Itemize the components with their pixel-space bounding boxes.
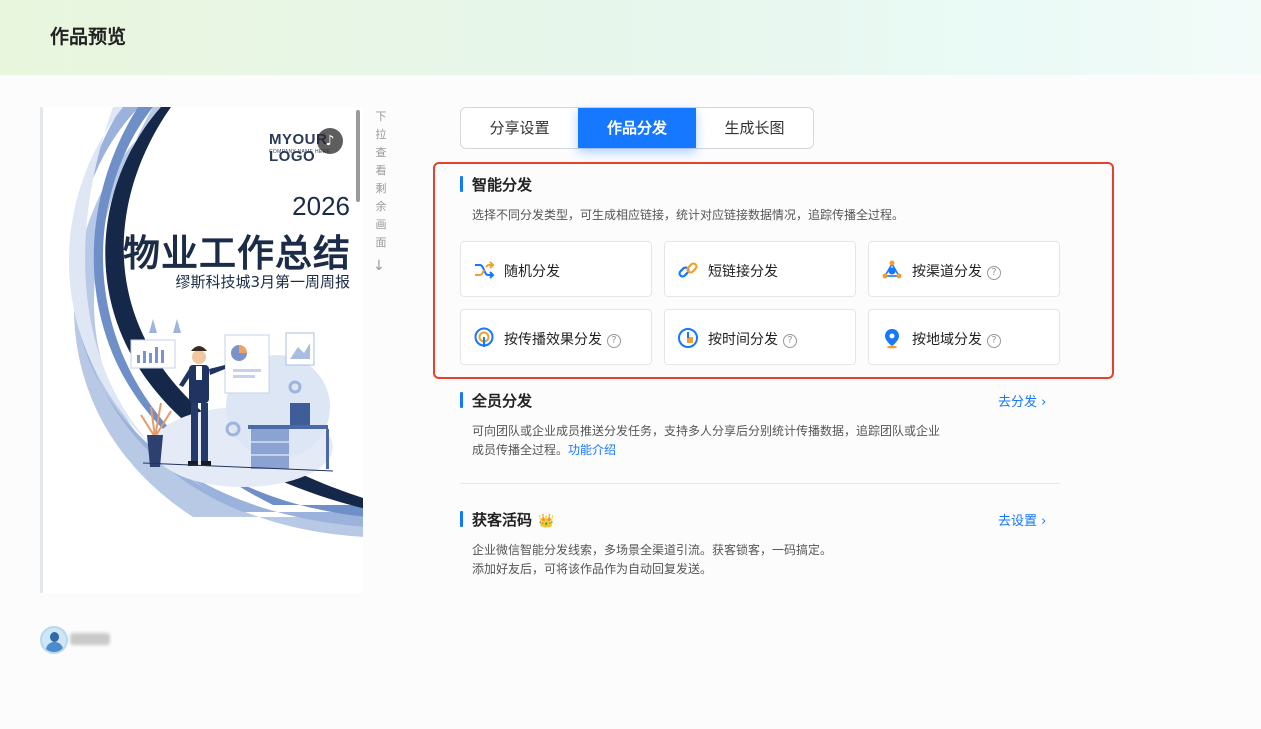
- smart-distribution-desc: 选择不同分发类型，可生成相应链接，统计对应链接数据情况，追踪传播全过程。: [472, 208, 905, 222]
- shuffle-icon: [475, 261, 495, 279]
- help-question-icon[interactable]: ?: [783, 334, 797, 348]
- section-divider: [460, 483, 1060, 484]
- help-question-icon[interactable]: ?: [987, 266, 1001, 280]
- short-link-distribution-card[interactable]: 短链接分发: [664, 241, 856, 297]
- avatar: [40, 626, 68, 654]
- tab-work-distribution[interactable]: 作品分发: [578, 108, 696, 148]
- section-marker: [460, 511, 463, 527]
- go-distribute-link[interactable]: 去分发 ›: [998, 391, 1046, 410]
- settings-tabs: 分享设置 作品分发 生成长图: [460, 107, 814, 149]
- random-distribution-card[interactable]: 随机分发: [460, 241, 652, 297]
- go-settings-link[interactable]: 去设置 ›: [998, 510, 1046, 529]
- section-marker: [460, 176, 463, 192]
- location-pin-icon: [885, 329, 899, 349]
- card-label: 按地域分发?: [912, 329, 1001, 349]
- music-note-icon[interactable]: ♪: [317, 128, 343, 154]
- help-question-icon[interactable]: ?: [987, 334, 1001, 348]
- poster-title: 物业工作总结: [123, 232, 351, 275]
- smart-distribution-title: 智能分发: [472, 176, 533, 194]
- top-header: 作品预览: [0, 0, 1261, 75]
- poster-artwork: [68, 107, 363, 537]
- card-label: 按渠道分发?: [912, 261, 1001, 281]
- crown-badge-icon: 👑: [538, 514, 555, 529]
- card-label: 按时间分发?: [708, 329, 797, 349]
- clock-icon: [678, 328, 698, 348]
- card-label: 按传播效果分发?: [504, 329, 621, 349]
- poster-year: 2026: [292, 191, 350, 221]
- time-distribution-card[interactable]: 按时间分发?: [664, 309, 856, 365]
- author-info: [40, 626, 120, 654]
- staff-distribution-desc: 可向团队或企业成员推送分发任务，支持多人分享后分别统计传播数据，追踪团队或企业 …: [472, 424, 941, 457]
- tab-share-settings[interactable]: 分享设置: [461, 108, 578, 148]
- preview-scrollbar[interactable]: [356, 110, 360, 202]
- help-question-icon[interactable]: ?: [607, 334, 621, 348]
- poster-subtitle: 缪斯科技城3月第一周周报: [175, 273, 350, 291]
- link-icon: [678, 262, 698, 278]
- feature-intro-link[interactable]: 功能介绍: [568, 443, 616, 457]
- region-distribution-card[interactable]: 按地域分发?: [868, 309, 1060, 365]
- section-marker: [460, 392, 463, 408]
- channel-icon: [882, 260, 902, 279]
- card-label: 随机分发: [504, 264, 560, 280]
- scroll-hint-text: 下拉查看剩余画面: [375, 110, 387, 249]
- broadcast-icon: [474, 327, 494, 347]
- work-preview-poster[interactable]: MYOUR LOGO COMPANY NAME HERE ♪ 2026 物业工作…: [40, 107, 363, 593]
- arrow-down-icon: ↓: [373, 258, 385, 274]
- acquire-code-title: 获客活码 👑: [472, 511, 555, 529]
- tab-generate-long-image[interactable]: 生成长图: [696, 108, 813, 148]
- staff-distribution-title: 全员分发: [472, 392, 533, 410]
- poster-logo-text: MYOUR LOGO: [269, 131, 328, 165]
- card-label: 短链接分发: [708, 264, 778, 280]
- broadcast-effect-distribution-card[interactable]: 按传播效果分发?: [460, 309, 652, 365]
- page-title: 作品预览: [50, 26, 127, 48]
- channel-distribution-card[interactable]: 按渠道分发?: [868, 241, 1060, 297]
- acquire-code-desc: 企业微信智能分发线索，多场景全渠道引流。获客锁客，一码搞定。 添加好友后，可将该…: [472, 543, 833, 576]
- author-name-blurred: [70, 633, 110, 645]
